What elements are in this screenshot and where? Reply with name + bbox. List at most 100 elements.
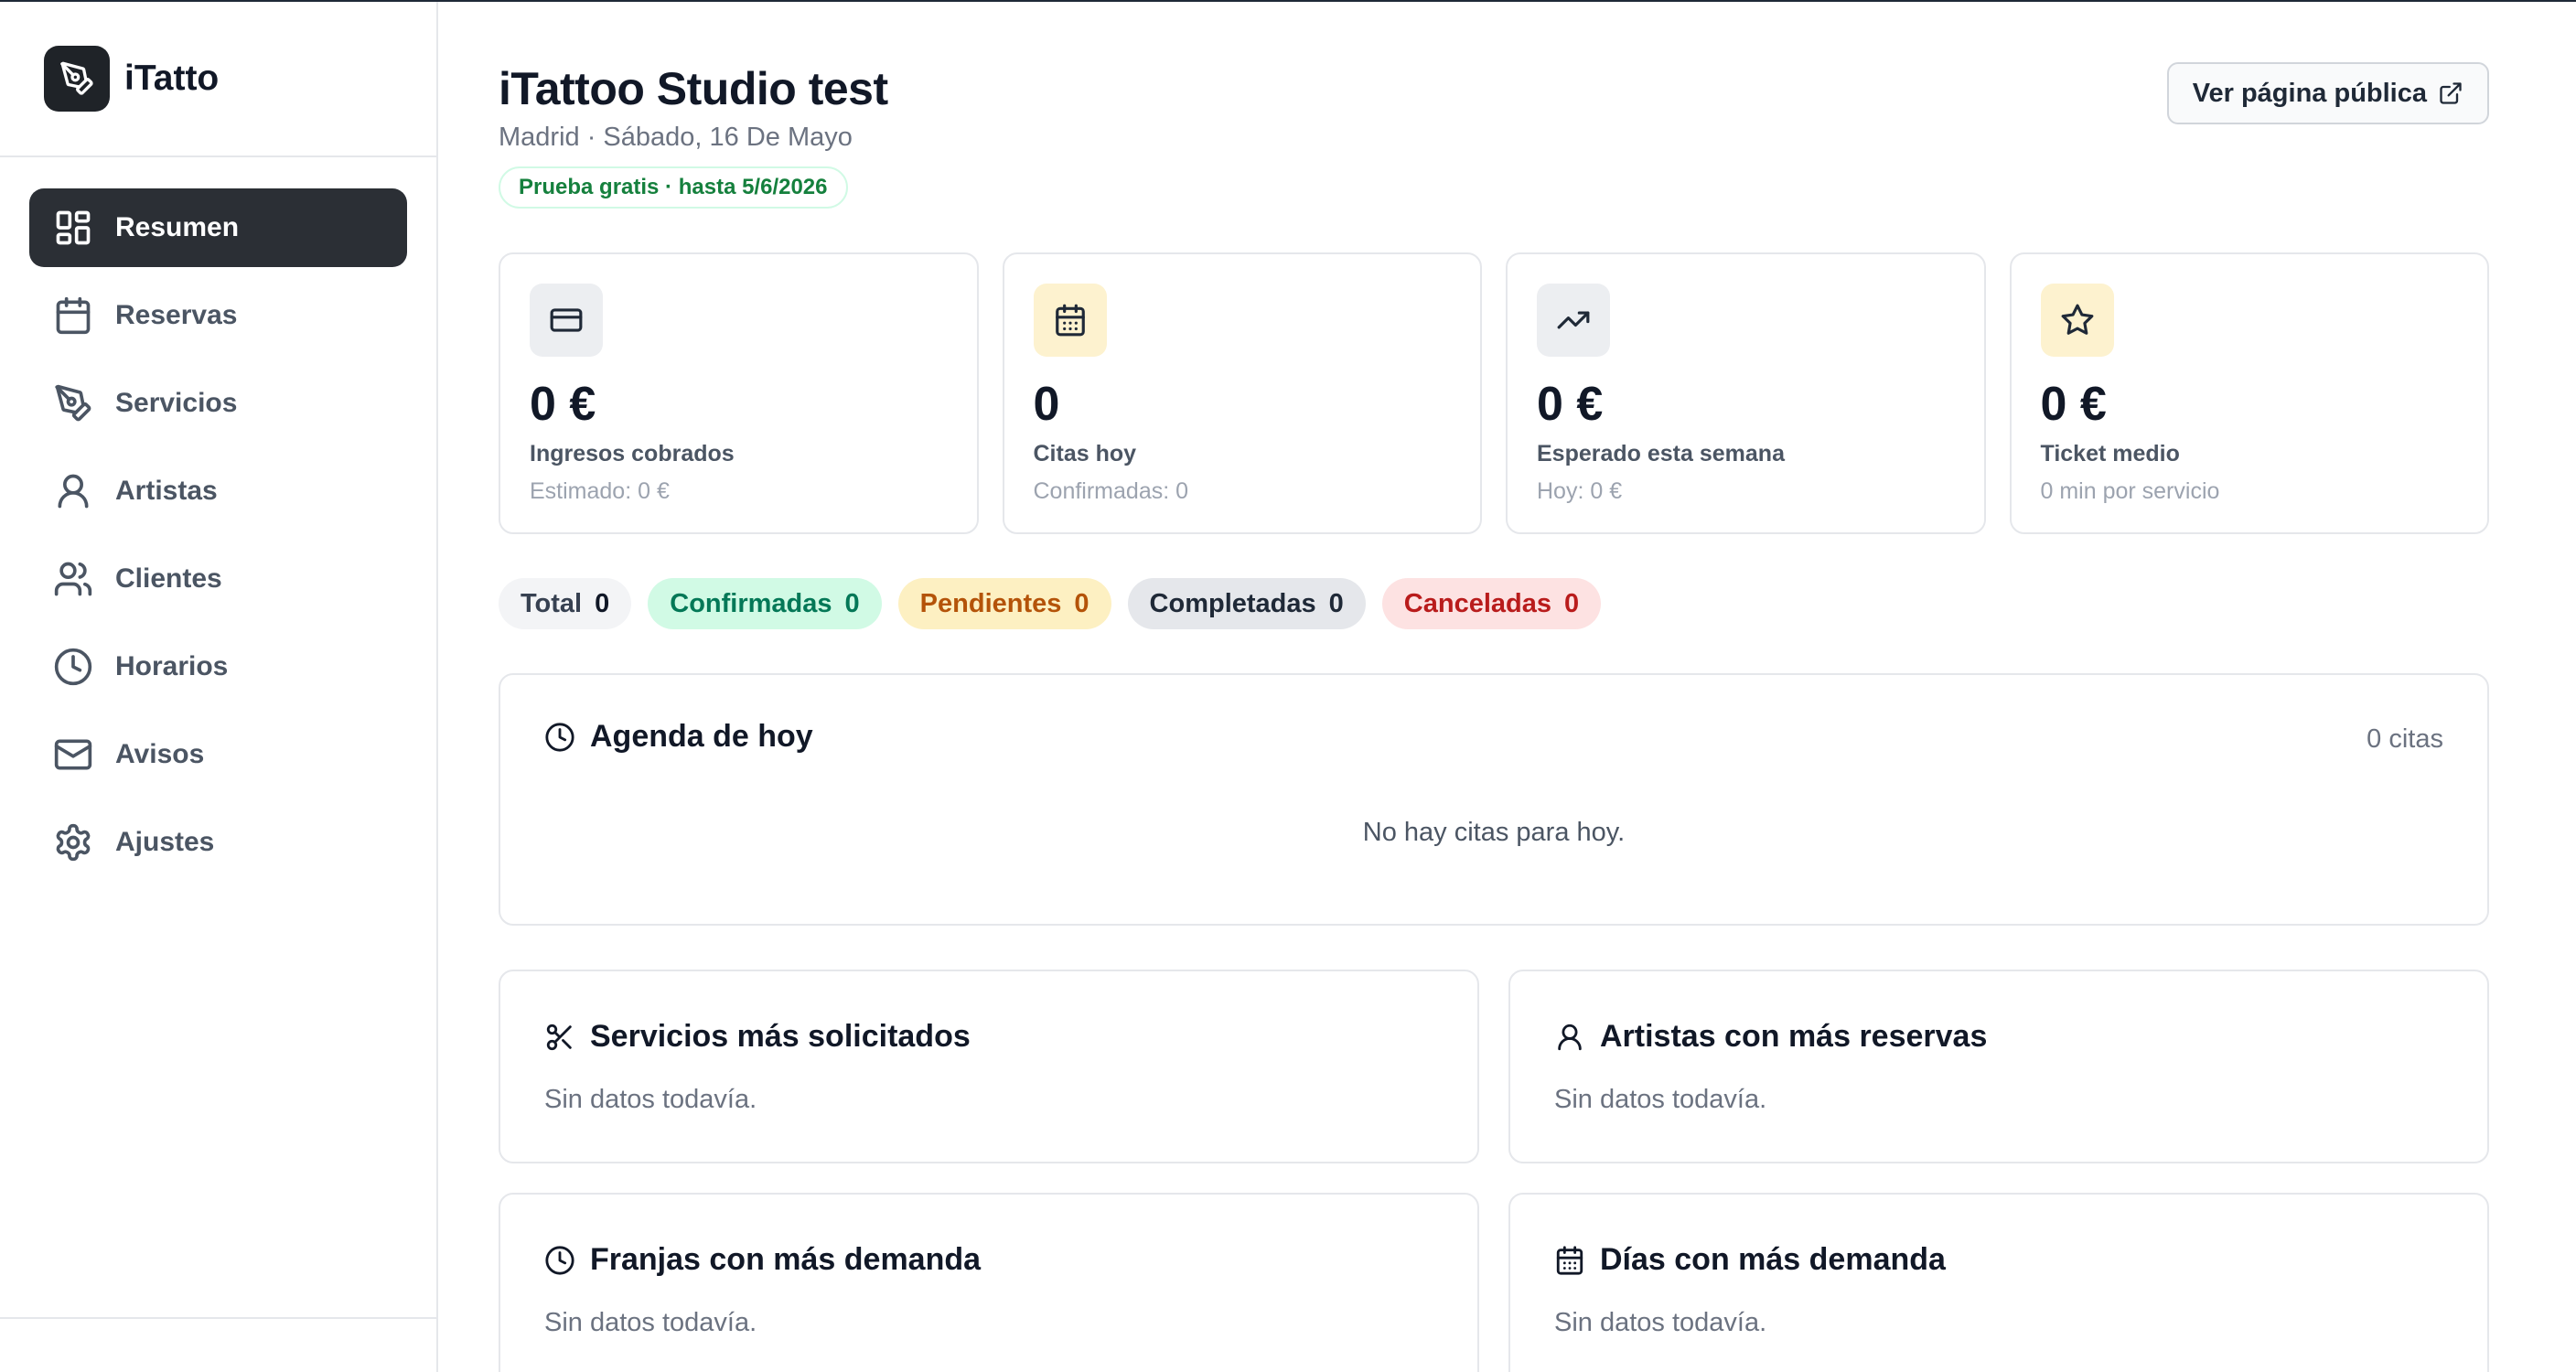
pen-nib-icon: [44, 46, 110, 112]
stat-card-expected-week: 0 € Esperado esta semana Hoy: 0 €: [1506, 252, 1986, 534]
card-header: Artistas con más reservas: [1554, 1019, 1987, 1055]
pill-label: Confirmadas: [670, 588, 832, 618]
card-empty-message: Sin datos todavía.: [544, 1085, 757, 1114]
card-header: Servicios más solicitados: [544, 1019, 971, 1055]
pill-label: Completadas: [1149, 588, 1316, 618]
peak-time-slots-card: Franjas con más demanda Sin datos todaví…: [499, 1193, 1479, 1372]
external-link-icon: [2440, 82, 2462, 104]
stat-card-average-ticket: 0 € Ticket medio 0 min por servicio: [2009, 252, 2489, 534]
page-title: iTattoo Studio test: [499, 63, 888, 114]
stat-sub: 0 min por servicio: [2040, 478, 2220, 504]
sidebar-item-horarios[interactable]: Horarios: [29, 627, 407, 706]
stat-label: Ticket medio: [2040, 441, 2180, 466]
sidebar-item-artistas[interactable]: Artistas: [29, 452, 407, 531]
status-pill-confirmed[interactable]: Confirmadas 0: [648, 578, 882, 629]
stat-sub: Hoy: 0 €: [1537, 478, 1623, 504]
peak-days-card: Días con más demanda Sin datos todavía.: [1508, 1193, 2489, 1372]
stat-sub: Confirmadas: 0: [1033, 478, 1189, 504]
sidebar-item-reservas[interactable]: Reservas: [29, 276, 407, 355]
status-pill-pending[interactable]: Pendientes 0: [897, 578, 1111, 629]
agenda-count: 0 citas: [2367, 724, 2443, 754]
pill-count: 0: [1328, 588, 1344, 618]
sidebar-item-label: Ajustes: [115, 827, 215, 857]
card-title: Franjas con más demanda: [590, 1242, 982, 1277]
calendar-icon: [1556, 1245, 1583, 1275]
clock-icon: [545, 722, 574, 752]
agenda-empty-message: No hay citas para hoy.: [1362, 818, 1626, 847]
users-icon: [54, 562, 92, 596]
card-header: Días con más demanda: [1554, 1242, 1946, 1278]
mail-icon: [54, 739, 92, 770]
calendar-icon: [1033, 284, 1107, 357]
card-empty-message: Sin datos todavía.: [1554, 1085, 1767, 1114]
app-root: iTatto Resumen Reservas Servicios Artist…: [0, 0, 2576, 1372]
stat-value: 0 €: [530, 378, 596, 431]
card-title: Artistas con más reservas: [1600, 1019, 1988, 1054]
clock-icon: [545, 1245, 574, 1275]
card-header: Franjas con más demanda: [544, 1242, 981, 1278]
brand-name: iTatto: [124, 59, 220, 98]
agenda-title: Agenda de hoy: [590, 719, 813, 754]
stat-value: 0 €: [2040, 378, 2107, 431]
star-icon: [2040, 284, 2114, 357]
pill-count: 0: [595, 588, 610, 618]
sidebar-item-label: Avisos: [115, 739, 205, 769]
top-services-card: Servicios más solicitados Sin datos toda…: [499, 970, 1479, 1163]
page-subtitle: Madrid · Sábado, 16 De Mayo: [499, 123, 853, 152]
calendar-icon: [56, 296, 91, 335]
card-title: Días con más demanda: [1600, 1242, 1946, 1277]
view-public-page-button[interactable]: Ver página pública: [2166, 62, 2489, 124]
pill-count: 0: [1074, 588, 1089, 618]
card-empty-message: Sin datos todavía.: [544, 1308, 757, 1337]
pill-label: Pendientes: [919, 588, 1062, 618]
agenda-today-card: Agenda de hoy 0 citas No hay citas para …: [499, 673, 2489, 926]
stat-label: Esperado esta semana: [1537, 441, 1785, 466]
stat-card-appointments-today: 0 Citas hoy Confirmadas: 0: [1002, 252, 1482, 534]
dashboard-icon: [56, 210, 91, 245]
pill-count: 0: [1563, 588, 1580, 618]
user-icon: [58, 474, 89, 509]
stat-value: 0: [1033, 378, 1060, 431]
agenda-header: Agenda de hoy: [544, 719, 813, 755]
stat-value: 0 €: [1537, 378, 1604, 431]
stats-row: 0 € Ingresos cobrados Estimado: 0 € 0 Ci…: [499, 252, 2489, 534]
status-pill-completed[interactable]: Completadas 0: [1127, 578, 1366, 629]
trial-badge: Prueba gratis · hasta 5/6/2026: [499, 166, 848, 209]
sidebar-item-label: Clientes: [115, 563, 222, 594]
status-pill-total[interactable]: Total 0: [499, 578, 632, 629]
card-title: Servicios más solicitados: [590, 1019, 971, 1054]
pill-count: 0: [844, 588, 860, 618]
stat-label: Ingresos cobrados: [530, 441, 735, 466]
sidebar-nav: Resumen Reservas Servicios Artistas Clie…: [0, 157, 436, 922]
sidebar: iTatto Resumen Reservas Servicios Artist…: [0, 2, 438, 1372]
scissors-icon: [546, 1024, 572, 1050]
sidebar-footer: [0, 1317, 436, 1372]
view-public-page-label: Ver página pública: [2192, 78, 2427, 108]
credit-card-icon: [530, 284, 603, 357]
sidebar-item-ajustes[interactable]: Ajustes: [29, 803, 407, 882]
pen-nib-icon: [55, 384, 91, 422]
trending-up-icon: [1537, 284, 1610, 357]
sidebar-item-servicios[interactable]: Servicios: [29, 364, 407, 443]
status-filter-pills: Total 0 Confirmadas 0 Pendientes 0 Compl…: [499, 578, 1602, 629]
pill-label: Canceladas: [1403, 588, 1551, 618]
sidebar-item-label: Artistas: [115, 476, 218, 506]
brand[interactable]: iTatto: [0, 2, 436, 157]
status-pill-cancelled[interactable]: Canceladas 0: [1381, 578, 1602, 629]
gear-icon: [56, 823, 91, 862]
user-icon: [1558, 1024, 1582, 1050]
stat-sub: Estimado: 0 €: [530, 478, 670, 504]
insights-grid: Servicios más solicitados Sin datos toda…: [499, 970, 2489, 1372]
stat-label: Citas hoy: [1033, 441, 1137, 466]
clock-icon: [54, 648, 92, 686]
sidebar-item-resumen[interactable]: Resumen: [29, 188, 407, 267]
pill-label: Total: [521, 588, 583, 618]
sidebar-item-label: Reservas: [115, 300, 238, 330]
sidebar-item-label: Resumen: [115, 212, 240, 242]
top-artists-card: Artistas con más reservas Sin datos toda…: [1508, 970, 2489, 1163]
sidebar-item-avisos[interactable]: Avisos: [29, 715, 407, 794]
card-empty-message: Sin datos todavía.: [1554, 1308, 1767, 1337]
sidebar-item-clientes[interactable]: Clientes: [29, 540, 407, 618]
sidebar-item-label: Servicios: [115, 388, 238, 418]
stat-card-income: 0 € Ingresos cobrados Estimado: 0 €: [499, 252, 979, 534]
